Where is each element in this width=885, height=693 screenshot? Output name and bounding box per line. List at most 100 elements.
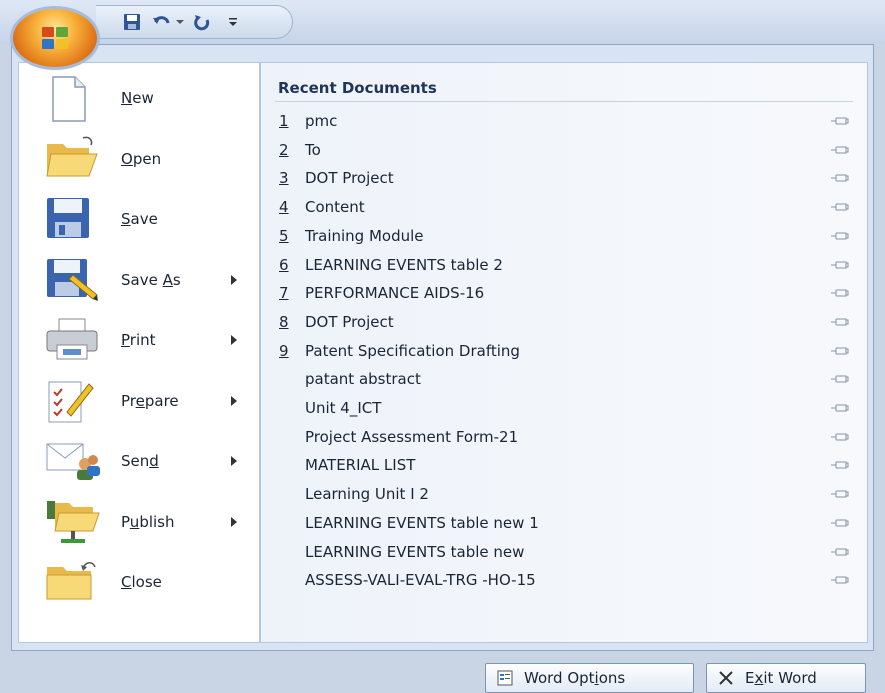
pin-icon[interactable] <box>831 547 849 557</box>
menu-item-close[interactable]: Close <box>25 553 253 611</box>
pin-icon[interactable] <box>831 575 849 585</box>
document-number: 2 <box>279 140 289 159</box>
document-name: Content <box>305 198 365 217</box>
menu-item-label: Send <box>121 452 159 470</box>
recent-document-item[interactable]: 1 pmc <box>275 107 855 135</box>
document-name: MATERIAL LIST <box>305 456 416 475</box>
pin-icon[interactable] <box>831 145 849 155</box>
pin-icon[interactable] <box>831 460 849 470</box>
menu-item-publish[interactable]: Publish <box>25 493 253 551</box>
document-name: ASSESS-VALI-EVAL-TRG -HO-15 <box>305 571 536 590</box>
document-name: LEARNING EVENTS table new <box>305 542 525 561</box>
quick-access-toolbar <box>96 5 293 39</box>
document-name: DOT Project <box>305 169 394 188</box>
office-logo-icon <box>42 27 68 49</box>
pin-icon[interactable] <box>831 231 849 241</box>
send-icon <box>45 438 100 486</box>
document-name: Unit 4_ICT <box>305 399 382 417</box>
recent-document-item[interactable]: 2 To <box>275 136 855 164</box>
save-as-icon <box>45 257 99 305</box>
recent-document-item[interactable]: Unit 4_ICT <box>275 394 855 422</box>
recent-document-item[interactable]: 4 Content <box>275 193 855 221</box>
pin-icon[interactable] <box>831 374 849 384</box>
document-number: 3 <box>279 169 289 188</box>
recent-document-item[interactable]: ASSESS-VALI-EVAL-TRG -HO-15 <box>275 566 855 594</box>
document-name: pmc <box>305 112 338 130</box>
document-name: Training Module <box>305 226 424 245</box>
new-document-icon <box>45 75 99 123</box>
word-options-button[interactable]: Word Options <box>485 663 694 693</box>
pin-icon[interactable] <box>831 346 849 356</box>
recent-document-item[interactable]: Learning Unit I 2 <box>275 480 855 508</box>
publish-icon <box>45 499 100 547</box>
close-x-icon <box>717 669 735 687</box>
recent-document-item[interactable]: Project Assessment Form-21 <box>275 423 855 451</box>
exit-word-button[interactable]: Exit Word <box>706 663 866 693</box>
recent-document-item[interactable]: LEARNING EVENTS table new 1 <box>275 509 855 537</box>
document-name: Learning Unit I 2 <box>305 485 429 504</box>
menu-item-save-as[interactable]: Save As <box>25 251 253 309</box>
pin-icon[interactable] <box>831 403 849 413</box>
document-name: LEARNING EVENTS table new 1 <box>305 513 539 532</box>
undo-icon[interactable] <box>152 12 172 32</box>
menu-item-label: Save As <box>121 270 181 289</box>
pin-icon[interactable] <box>831 173 849 183</box>
document-name: patant abstract <box>305 370 421 389</box>
pin-icon[interactable] <box>831 432 849 442</box>
recent-document-item[interactable]: MATERIAL LIST <box>275 451 855 479</box>
document-number: 1 <box>279 112 289 130</box>
word-options-label: Word Options <box>524 669 626 687</box>
menu-item-print[interactable]: Print <box>25 311 253 369</box>
recent-document-item[interactable]: 8 DOT Project <box>275 308 855 336</box>
menu-commands: New Open Save Save As Print Prepare Send Publis… <box>18 62 260 643</box>
menu-item-label: Save <box>121 210 158 228</box>
pin-icon[interactable] <box>831 116 849 126</box>
repeat-icon[interactable] <box>192 12 212 32</box>
printer-icon <box>45 317 99 365</box>
prepare-document-icon <box>45 378 99 426</box>
recent-document-item[interactable]: 7 PERFORMANCE AIDS-16 <box>275 279 855 307</box>
submenu-arrow-icon <box>231 395 237 406</box>
customize-toolbar-icon[interactable] <box>226 12 240 32</box>
document-number: 7 <box>279 284 289 303</box>
menu-item-save[interactable]: Save <box>25 190 253 248</box>
submenu-arrow-icon <box>231 274 237 285</box>
exit-word-label: Exit Word <box>745 669 817 687</box>
recent-document-item[interactable]: 9 Patent Specification Drafting <box>275 337 855 365</box>
pin-icon[interactable] <box>831 317 849 327</box>
submenu-arrow-icon <box>231 335 237 345</box>
document-number: 5 <box>279 226 289 245</box>
office-menu: New Open Save Save As Print Prepare Send Publis… <box>11 44 874 693</box>
pin-icon[interactable] <box>831 489 849 499</box>
recent-document-item[interactable]: 3 DOT Project <box>275 164 855 192</box>
recent-document-item[interactable]: LEARNING EVENTS table new <box>275 538 855 566</box>
pin-icon[interactable] <box>831 202 849 212</box>
save-icon[interactable] <box>122 12 142 32</box>
open-folder-icon <box>45 136 99 184</box>
menu-item-open[interactable]: Open <box>25 130 253 188</box>
menu-item-label: Close <box>121 573 162 591</box>
document-name: LEARNING EVENTS table 2 <box>305 255 503 274</box>
recent-document-item[interactable]: 6 LEARNING EVENTS table 2 <box>275 251 855 279</box>
office-button[interactable] <box>13 9 97 67</box>
recent-document-item[interactable]: patant abstract <box>275 365 855 393</box>
document-number: 6 <box>279 255 289 274</box>
divider <box>275 101 853 102</box>
document-name: Project Assessment Form-21 <box>305 427 519 446</box>
menu-item-new[interactable]: New <box>25 69 253 127</box>
menu-item-send[interactable]: Send <box>25 432 253 490</box>
close-folder-icon <box>45 559 99 607</box>
recent-documents-panel: Recent Documents 1 pmc 2 To 3 DOT Project 4 Con… <box>260 62 868 643</box>
pin-icon[interactable] <box>831 518 849 528</box>
document-number: 8 <box>279 312 289 331</box>
undo-dropdown-icon[interactable] <box>174 12 186 32</box>
document-number: 4 <box>279 198 289 217</box>
document-name: PERFORMANCE AIDS-16 <box>305 284 485 303</box>
recent-documents-title: Recent Documents <box>278 79 437 97</box>
menu-item-label: New <box>121 89 154 107</box>
recent-document-item[interactable]: 5 Training Module <box>275 222 855 250</box>
pin-icon[interactable] <box>831 288 849 298</box>
menu-item-label: Publish <box>121 512 175 531</box>
menu-item-prepare[interactable]: Prepare <box>25 372 253 430</box>
pin-icon[interactable] <box>831 260 849 270</box>
